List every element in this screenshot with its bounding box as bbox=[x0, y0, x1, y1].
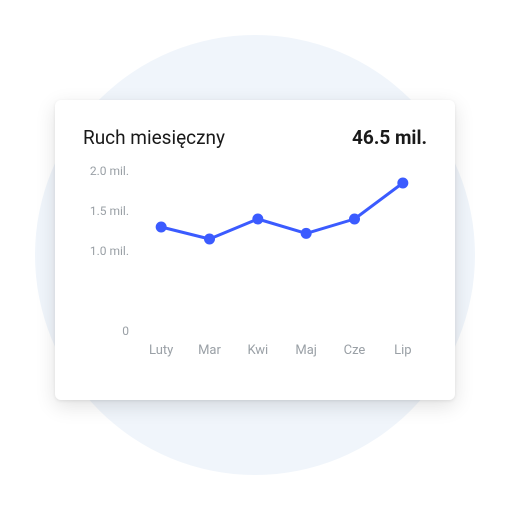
x-tick-label: Maj bbox=[282, 343, 330, 371]
x-tick-label: Cze bbox=[330, 343, 378, 371]
traffic-card: Ruch miesięczny 46.5 mil. 0 1.0 mil. 1.5 m… bbox=[55, 100, 455, 400]
data-point bbox=[252, 214, 263, 225]
card-header: Ruch miesięczny 46.5 mil. bbox=[83, 126, 427, 149]
x-axis: LutyMarKwiMajCzeLip bbox=[137, 343, 427, 371]
y-axis: 01.0 mil.1.5 mil.2.0 mil. bbox=[83, 171, 137, 331]
x-tick-label: Luty bbox=[137, 343, 185, 371]
data-point bbox=[301, 228, 312, 239]
x-tick-label: Mar bbox=[185, 343, 233, 371]
data-point bbox=[204, 234, 215, 245]
y-tick-label: 1.5 mil. bbox=[90, 204, 129, 218]
chart-area: 01.0 mil.1.5 mil.2.0 mil. LutyMarKwiMajC… bbox=[83, 171, 427, 371]
chart-line bbox=[161, 183, 403, 239]
x-tick-label: Kwi bbox=[234, 343, 282, 371]
y-tick-label: 2.0 mil. bbox=[90, 164, 129, 178]
y-tick-label: 0 bbox=[122, 324, 129, 338]
data-point bbox=[397, 178, 408, 189]
y-tick-label: 1.0 mil. bbox=[90, 244, 129, 258]
total-value: 46.5 mil. bbox=[352, 126, 427, 149]
card-title: Ruch miesięczny bbox=[83, 126, 225, 149]
line-chart bbox=[137, 171, 427, 331]
x-tick-label: Lip bbox=[379, 343, 427, 371]
data-point bbox=[349, 214, 360, 225]
data-point bbox=[156, 222, 167, 233]
